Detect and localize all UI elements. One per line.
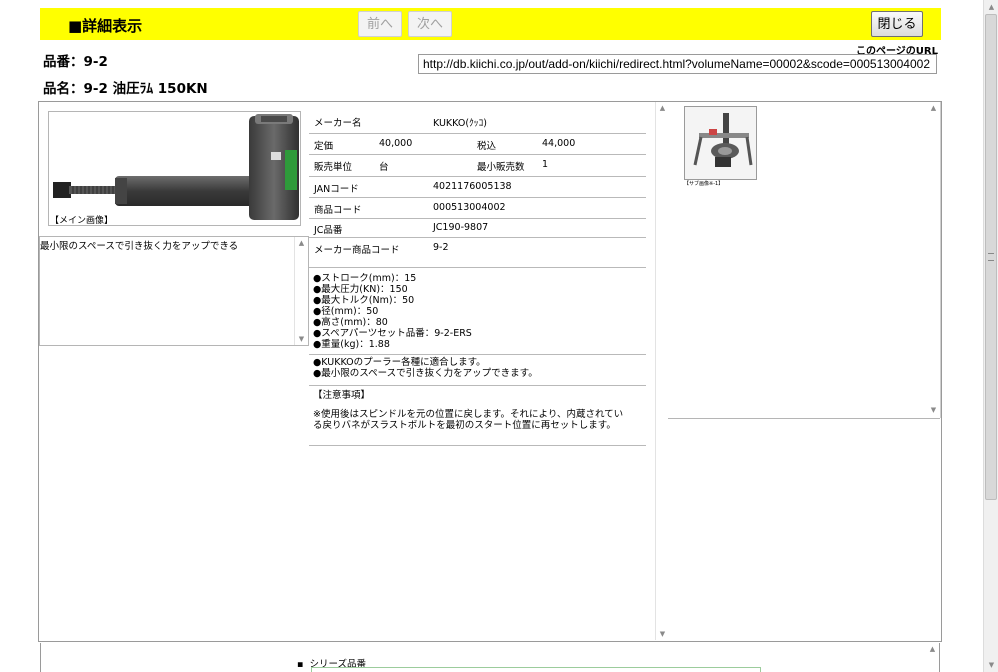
next-button[interactable]: 次へ	[408, 11, 452, 37]
scroll-up-arrow-icon[interactable]: ▲	[927, 104, 940, 112]
sub-product-image	[685, 107, 756, 179]
sub-image-thumbnail[interactable]	[684, 106, 757, 180]
spec-item: ●重量(kg)：1.88	[313, 339, 390, 350]
spec-item: ●最大圧力(KN)：150	[313, 284, 408, 295]
detail-scrollbar[interactable]: ▲ ▼	[655, 102, 669, 640]
notes-line: ※使用後はスピンドルを元の位置に戻します。それにより、内蔵されてい	[313, 409, 624, 420]
scroll-up-arrow-icon[interactable]: ▲	[985, 3, 998, 11]
min-qty-label: 最小販売数	[477, 162, 525, 173]
spec-item: ●高さ(mm)：80	[313, 317, 388, 328]
row-unit: 販売単位 台 最小販売数 1	[309, 155, 646, 177]
page-title: ■詳細表示	[68, 17, 143, 35]
divider	[668, 418, 940, 419]
spec-item: ●最大トルク(Nm)：50	[313, 295, 415, 306]
maker-value: KUKKO(ｸｯｺ)	[433, 118, 488, 129]
min-qty-value: 1	[542, 159, 549, 170]
series-scrollbar[interactable]: ▲	[926, 643, 939, 672]
tax-incl-label: 税込	[477, 141, 497, 152]
unit-value: 台	[379, 162, 389, 173]
main-product-image	[53, 114, 299, 220]
series-panel: ▪ シリーズ品番 ▲	[40, 643, 940, 672]
code-label: 商品コード	[314, 205, 362, 216]
scroll-up-arrow-icon[interactable]: ▲	[926, 645, 939, 653]
row-jan: JANコード 4021176005138	[309, 177, 646, 198]
scroll-down-arrow-icon[interactable]: ▼	[927, 406, 940, 414]
divider	[309, 353, 646, 355]
jan-label: JANコード	[314, 184, 359, 195]
grip-icon	[988, 253, 994, 261]
list-price-label: 定価	[314, 141, 334, 152]
description-scrollbar[interactable]: ▲ ▼	[294, 237, 308, 345]
main-image-caption: 【メイン画像】	[50, 216, 114, 226]
row-maker: メーカー名 KUKKO(ｸｯｺ)	[309, 111, 646, 134]
row-code: 商品コード 000513004002	[309, 198, 646, 219]
page-scrollbar[interactable]: ▲ ▼	[983, 0, 998, 672]
scroll-down-arrow-icon[interactable]: ▼	[295, 335, 308, 343]
notes-text: ※使用後はスピンドルを元の位置に戻します。それにより、内蔵されてい る戻りバネが…	[313, 409, 623, 431]
spec-item: ●ストローク(mm)：15	[313, 273, 417, 284]
bullet-icon: ▪	[297, 659, 310, 670]
main-image-frame[interactable]: 【メイン画像】	[48, 111, 301, 226]
unit-label: 販売単位	[314, 162, 353, 173]
divider	[309, 444, 646, 446]
feature-item: ●最小限のスペースで引き抜く力をアップできます。	[313, 368, 538, 379]
close-button[interactable]: 閉じる	[871, 11, 923, 37]
maker-label: メーカー名	[314, 118, 362, 129]
maker-code-value: 9-2	[433, 242, 449, 253]
code-value: 000513004002	[433, 202, 506, 213]
spec-item: ●スペアパーツセット品番：9-2-ERS	[313, 328, 472, 339]
divider	[309, 384, 646, 386]
notes-heading: 【注意事項】	[313, 390, 371, 401]
scroll-up-arrow-icon[interactable]: ▲	[295, 239, 308, 247]
series-table	[311, 667, 761, 672]
jan-value: 4021176005138	[433, 181, 512, 192]
scroll-thumb[interactable]	[985, 14, 997, 500]
header-bar: ■詳細表示 前へ 次へ 閉じる	[40, 8, 941, 40]
scroll-down-arrow-icon[interactable]: ▼	[985, 661, 998, 669]
tax-incl-value: 44,000	[542, 138, 576, 149]
maker-code-label: メーカー商品コード	[314, 245, 400, 256]
list-price-value: 40,000	[379, 138, 413, 149]
sub-image-scrollbar[interactable]: ▲ ▼	[927, 102, 940, 416]
scroll-down-arrow-icon[interactable]: ▼	[656, 630, 669, 638]
page-url-field[interactable]: http://db.kiichi.co.jp/out/add-on/kiichi…	[418, 54, 937, 74]
product-number: 品番：9-2	[43, 54, 108, 70]
product-name: 品名：9-2 油圧ﾗﾑ 150KN	[43, 81, 208, 97]
jc-value: JC190-9807	[433, 222, 489, 233]
jc-label: JC品番	[314, 225, 343, 236]
spec-item: ●径(mm)：50	[313, 306, 379, 317]
row-price: 定価 40,000 税込 44,000	[309, 134, 646, 155]
sub-image-caption: 【サブ画像※-1】	[684, 181, 724, 187]
row-maker-code: メーカー商品コード 9-2	[309, 238, 646, 268]
prev-button[interactable]: 前へ	[358, 11, 402, 37]
description-box[interactable]: 最小限のスペースで引き抜く力をアップできる ▲ ▼	[39, 236, 309, 346]
description-text: 最小限のスペースで引き抜く力をアップできる	[40, 241, 239, 252]
feature-list: ●KUKKOのプーラー各種に適合します。 ●最小限のスペースで引き抜く力をアップ…	[313, 357, 538, 379]
row-jc: JC品番 JC190-9807	[309, 219, 646, 238]
spec-list: ●ストローク(mm)：15 ●最大圧力(KN)：150 ●最大トルク(Nm)：5…	[313, 273, 472, 350]
notes-line: る戻りバネがスラストボルトを最初のスタート位置に再セットします。	[313, 420, 616, 431]
feature-item: ●KUKKOのプーラー各種に適合します。	[313, 357, 486, 368]
